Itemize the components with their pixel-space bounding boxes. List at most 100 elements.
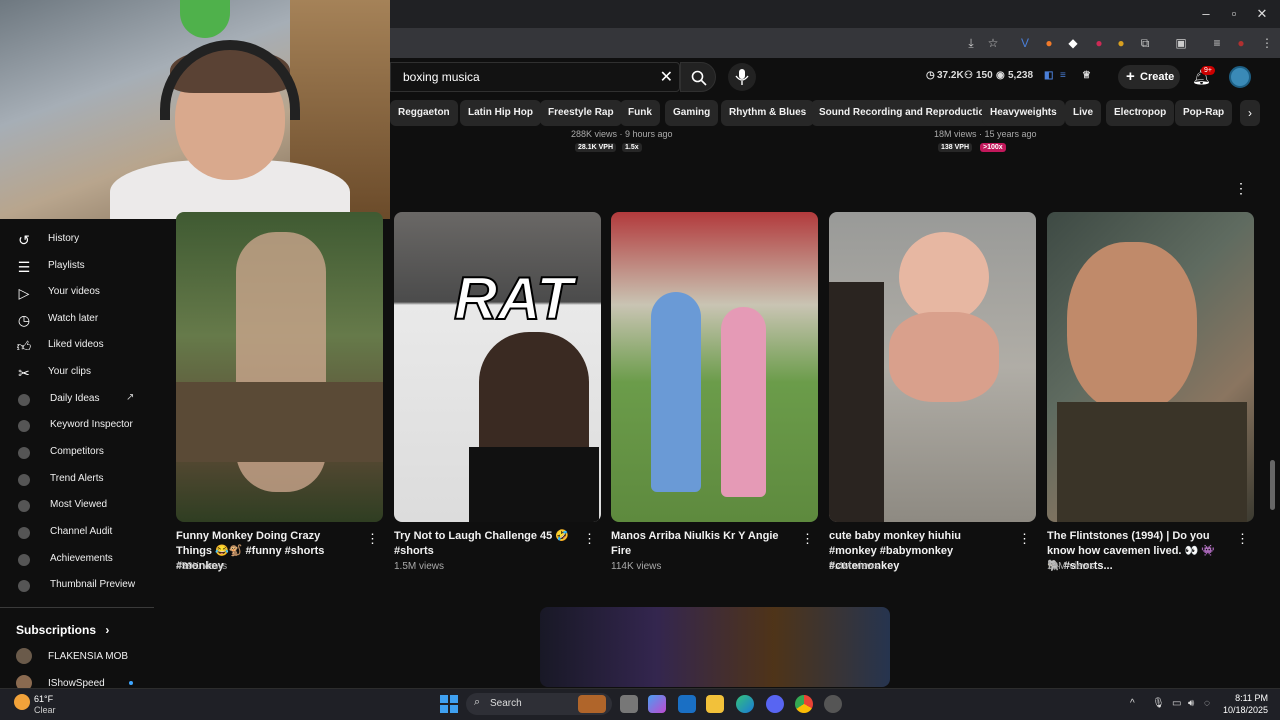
search-button[interactable] xyxy=(680,62,716,92)
extension-diamond-icon[interactable]: ◆ xyxy=(1064,34,1082,52)
clear-search-icon[interactable]: ✕ xyxy=(660,67,673,87)
maximize-icon[interactable]: ▫ xyxy=(1224,4,1244,24)
extension-orange-icon[interactable]: ● xyxy=(1040,34,1058,52)
short-more-icon[interactable]: ⋮ xyxy=(1236,531,1249,547)
discord-icon[interactable] xyxy=(766,695,784,713)
reading-list-icon[interactable]: ≡ xyxy=(1208,34,1226,52)
create-button[interactable]: + Create xyxy=(1118,65,1180,89)
sidebar-item-trend-alerts[interactable]: Trend Alerts xyxy=(0,467,154,493)
sidebar-item-competitors[interactable]: Competitors xyxy=(0,440,154,466)
clock-date[interactable]: 10/18/2025 xyxy=(1214,705,1268,715)
webcam-lamp xyxy=(180,0,230,38)
shadow-shape xyxy=(829,282,884,522)
sidebar-item-your-clips[interactable]: ✂ Your clips xyxy=(0,360,154,386)
file-explorer-icon[interactable] xyxy=(706,695,724,713)
page-scrollbar[interactable] xyxy=(1270,460,1275,510)
subscriptions-heading[interactable]: Subscriptions › xyxy=(16,623,109,637)
short-more-icon[interactable]: ⋮ xyxy=(801,531,814,547)
display-tray-icon[interactable]: ▭ xyxy=(1172,698,1181,709)
short-more-icon[interactable]: ⋮ xyxy=(1018,531,1031,547)
thumbs-up-icon: 👍︎ xyxy=(16,338,32,354)
chip-latin-hip-hop[interactable]: Latin Hip Hop xyxy=(460,100,541,126)
next-video-thumbnail[interactable] xyxy=(540,607,890,687)
voice-search-button[interactable] xyxy=(728,63,756,91)
extensions-puzzle-icon[interactable]: ⧉ xyxy=(1136,34,1154,52)
short-thumbnail[interactable] xyxy=(829,212,1036,522)
short-title[interactable]: Try Not to Laugh Challenge 45 🤣 #shorts xyxy=(394,529,574,559)
sidebar-item-thumbnail-preview[interactable]: Thumbnail Preview xyxy=(0,573,154,599)
chip-reggaeton[interactable]: Reggaeton xyxy=(390,100,458,126)
extension-yellow-icon[interactable]: ● xyxy=(1112,34,1130,52)
chip-sound-recording[interactable]: Sound Recording and Reproduction xyxy=(811,100,999,126)
stat-eye-icon: ◉ xyxy=(996,70,1005,81)
sidebar-item-your-videos[interactable]: ▷ Your videos xyxy=(0,280,154,306)
volume-tray-icon[interactable]: 🔊︎ xyxy=(1188,698,1194,709)
profile-icon[interactable]: ● xyxy=(1232,34,1250,52)
side-panel-icon[interactable]: ▣ xyxy=(1172,34,1190,52)
extension-vidiq-icon[interactable]: V xyxy=(1016,34,1034,52)
sidebar-item-watch-later[interactable]: ◷ Watch later xyxy=(0,307,154,333)
mic-tray-icon[interactable]: 🎙︎ xyxy=(1152,698,1165,709)
browser-menu-icon[interactable]: ⋮ xyxy=(1258,34,1276,52)
network-tray-icon[interactable]: ◌ xyxy=(1204,698,1210,709)
short-thumbnail[interactable]: RAT xyxy=(394,212,601,522)
trophy-icon[interactable]: ♕ xyxy=(1082,70,1091,81)
short-thumbnail[interactable] xyxy=(611,212,818,522)
prev-video-meta: 18M views · 15 years ago xyxy=(934,129,1037,139)
sidebar-item-daily-ideas[interactable]: Daily Ideas ↗ xyxy=(0,387,154,413)
chip-pop-rap[interactable]: Pop-Rap xyxy=(1175,100,1233,126)
sidebar-item-history[interactable]: ↺ History xyxy=(0,227,154,253)
install-app-icon[interactable]: ⤓ xyxy=(962,34,980,52)
chip-electropop[interactable]: Electropop xyxy=(1106,100,1175,126)
short-thumbnail[interactable] xyxy=(1047,212,1254,522)
taskbar-search[interactable]: ⌕ Search xyxy=(466,693,612,715)
app-icon[interactable] xyxy=(824,695,842,713)
chip-rhythm-blues[interactable]: Rhythm & Blues xyxy=(721,100,815,126)
account-avatar[interactable] xyxy=(1229,66,1251,88)
short-views: 459K views xyxy=(176,561,228,572)
sidebar-item-keyword-inspector[interactable]: Keyword Inspector xyxy=(0,413,154,439)
windows-taskbar xyxy=(0,688,1280,720)
sidebar-item-label: Thumbnail Preview xyxy=(50,579,136,590)
chip-gaming[interactable]: Gaming xyxy=(665,100,719,126)
sidebar-item-label: Competitors xyxy=(50,446,104,457)
sidebar-item-channel-audit[interactable]: Channel Audit xyxy=(0,520,154,546)
vidiq-list-icon[interactable]: ≡ xyxy=(1060,70,1066,81)
subscription-avatar[interactable] xyxy=(16,648,32,664)
chip-heavyweights[interactable]: Heavyweights xyxy=(982,100,1065,126)
sidebar-item-most-viewed[interactable]: Most Viewed xyxy=(0,493,154,519)
short-more-icon[interactable]: ⋮ xyxy=(366,531,379,547)
chip-funk[interactable]: Funk xyxy=(620,100,660,126)
tray-overflow-icon[interactable]: ^ xyxy=(1130,698,1135,709)
sidebar-item-playlists[interactable]: ☰ Playlists xyxy=(0,254,154,280)
vidiq-tool-icon xyxy=(18,420,30,432)
outlook-icon[interactable] xyxy=(678,695,696,713)
copilot-icon[interactable] xyxy=(648,695,666,713)
vidiq-icon[interactable]: ◧ xyxy=(1044,70,1053,81)
short-views: 13M views xyxy=(1047,561,1095,572)
chrome-icon[interactable] xyxy=(795,695,813,713)
chips-next-arrow-icon[interactable]: › xyxy=(1240,100,1260,126)
short-more-icon[interactable]: ⋮ xyxy=(583,531,596,547)
bookmark-star-icon[interactable]: ☆ xyxy=(984,34,1002,52)
chip-live[interactable]: Live xyxy=(1065,100,1102,126)
short-title[interactable]: Manos Arriba Niulkis Kr Y Angie Fire xyxy=(611,529,791,559)
outlier-badge: >100x xyxy=(980,143,1006,152)
task-view-icon[interactable] xyxy=(620,695,638,713)
shorts-more-options-icon[interactable]: ⋮ xyxy=(1234,180,1248,196)
chip-freestyle-rap[interactable]: Freestyle Rap xyxy=(540,100,622,126)
sidebar-item-achievements[interactable]: Achievements xyxy=(0,547,154,573)
close-window-icon[interactable]: ✕ xyxy=(1252,4,1272,24)
weather-moon-icon[interactable] xyxy=(14,694,30,710)
sidebar-item-liked-videos[interactable]: 👍︎ Liked videos xyxy=(0,333,154,359)
webcam-overlay xyxy=(0,0,390,219)
short-thumbnail[interactable] xyxy=(176,212,383,522)
clock-time[interactable]: 8:11 PM xyxy=(1226,693,1268,703)
subscription-flakensia-mob[interactable]: FLAKENSIA MOB xyxy=(48,651,128,662)
search-input[interactable]: boxing musica ✕ xyxy=(390,62,680,92)
windows-start-icon[interactable] xyxy=(440,695,458,713)
vph-badge: 28.1K VPH xyxy=(575,143,617,152)
minimize-icon[interactable]: – xyxy=(1196,4,1216,24)
edge-icon[interactable] xyxy=(736,695,754,713)
extension-red-icon[interactable]: ● xyxy=(1090,34,1108,52)
